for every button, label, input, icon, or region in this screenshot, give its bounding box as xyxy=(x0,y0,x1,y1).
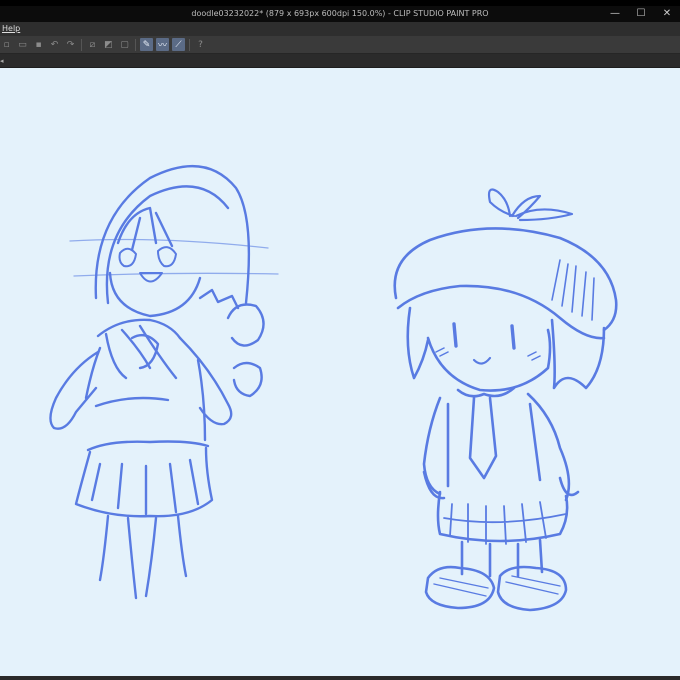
open-icon[interactable]: ▭ xyxy=(16,38,29,51)
redo-icon[interactable]: ↷ xyxy=(64,38,77,51)
help-icon[interactable]: ? xyxy=(194,38,207,51)
maximize-button[interactable]: ☐ xyxy=(630,6,652,22)
sketch-drawing xyxy=(49,164,618,612)
close-button[interactable]: ✕ xyxy=(656,6,678,22)
new-icon[interactable]: ▫ xyxy=(0,38,13,51)
brush-tool-icon[interactable]: 〰 xyxy=(156,38,169,51)
save-icon[interactable]: ▪ xyxy=(32,38,45,51)
ruler-tool-icon[interactable]: ⟋ xyxy=(172,38,185,51)
menu-item-help[interactable]: Help xyxy=(2,24,20,33)
toolbar-divider xyxy=(135,38,136,51)
drawing-canvas[interactable] xyxy=(0,68,680,676)
scroll-left-icon[interactable]: ◂ xyxy=(0,56,6,66)
window-titlebar: doodle03232022* (879 x 693px 600dpi 150.… xyxy=(0,0,680,22)
toolbar-divider xyxy=(189,38,190,51)
clear-icon[interactable]: ⧄ xyxy=(86,38,99,51)
minimize-button[interactable]: — xyxy=(604,6,626,22)
pen-tool-icon[interactable]: ✎ xyxy=(140,38,153,51)
command-toolbar: ▫ ▭ ▪ ↶ ↷ ⧄ ◩ ▢ ✎ 〰 ⟋ ? xyxy=(0,36,680,54)
canvas-tab-strip: ◂ xyxy=(0,54,680,68)
fill-icon[interactable]: ◩ xyxy=(102,38,115,51)
menu-bar: Help xyxy=(0,22,680,36)
sketch-beret-figure xyxy=(393,188,618,612)
window-title: doodle03232022* (879 x 693px 600dpi 150.… xyxy=(191,9,489,18)
sketch-girl-figure xyxy=(49,164,279,600)
transform-icon[interactable]: ▢ xyxy=(118,38,131,51)
status-bar xyxy=(0,676,680,680)
toolbar-divider xyxy=(81,38,82,51)
undo-icon[interactable]: ↶ xyxy=(48,38,61,51)
